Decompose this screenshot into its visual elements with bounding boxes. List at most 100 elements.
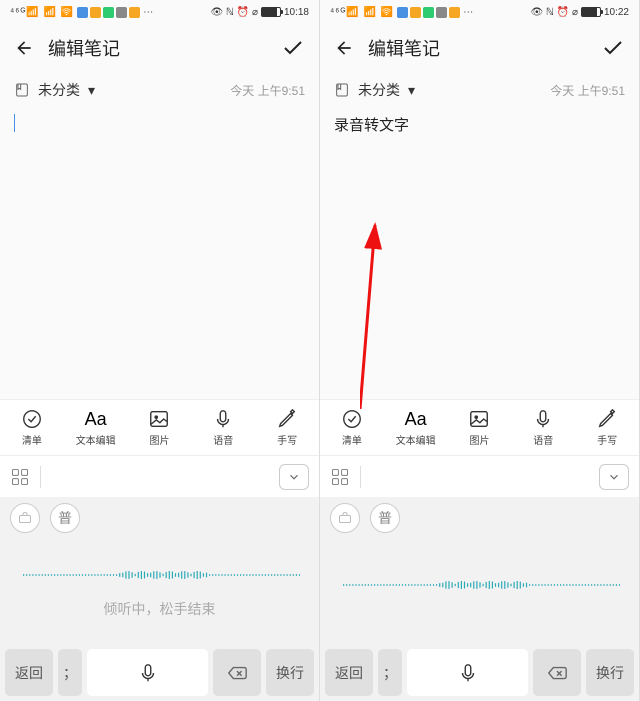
pu-mode[interactable]: 普 [370, 503, 400, 533]
voice-listening-area [320, 539, 639, 649]
toolbar-handwrite[interactable]: 手写 [575, 400, 639, 455]
signal-icons: ⁴⁶ᴳ📶 📶 🛜 [330, 7, 394, 18]
clock: 10:22 [604, 7, 629, 18]
screenshot-after: ⁴⁶ᴳ📶 📶 🛜 ⋯ 👁 ℕ ⏰ ⌀ 10:22 编辑笔记 未分类 ▾ 今天 上 [320, 0, 640, 701]
key-semicolon[interactable]: ； [378, 649, 402, 696]
check-circle-icon [21, 408, 43, 430]
mic-icon [532, 408, 554, 430]
toolbar-checklist[interactable]: 清单 [320, 400, 384, 455]
backspace-icon [546, 662, 568, 684]
note-timestamp: 今天 上午9:51 [230, 82, 305, 99]
keyboard-bottom-row: 返回 ； 换行 [0, 649, 319, 701]
check-circle-icon [341, 408, 363, 430]
chevron-down-icon: ▾ [408, 82, 415, 99]
annotation-arrow [360, 209, 520, 409]
category-selector[interactable]: 未分类 ▾ [14, 80, 95, 100]
briefcase-icon [337, 510, 353, 526]
key-voice[interactable] [87, 649, 208, 696]
key-semicolon[interactable]: ； [58, 649, 82, 696]
status-right-icons: 👁 ℕ ⏰ ⌀ [210, 7, 258, 18]
toolbar-image[interactable]: 图片 [128, 400, 192, 455]
back-icon[interactable] [14, 38, 34, 58]
status-bar: ⁴⁶ᴳ📶 📶 🛜 ⋯ 👁 ℕ ⏰ ⌀ 10:22 [320, 0, 639, 24]
app-tray-icons [397, 7, 460, 18]
chevron-down-icon [287, 470, 301, 484]
toolbar-checklist[interactable]: 清单 [0, 400, 64, 455]
page-title: 编辑笔记 [48, 35, 120, 61]
status-right-icons: 👁 ℕ ⏰ ⌀ [530, 7, 578, 18]
pu-mode[interactable]: 普 [50, 503, 80, 533]
chevron-down-icon [607, 470, 621, 484]
converted-text: 录音转文字 [334, 117, 409, 134]
grid-icon[interactable] [10, 467, 30, 487]
clock: 10:18 [284, 7, 309, 18]
toolbar-image[interactable]: 图片 [448, 400, 512, 455]
waveform [20, 569, 300, 581]
category-row: 未分类 ▾ 今天 上午9:51 [0, 72, 319, 108]
keyboard-bottom-row: 返回 ； 换行 [320, 649, 639, 701]
status-dots: ⋯ [463, 7, 473, 18]
back-icon[interactable] [334, 38, 354, 58]
confirm-icon[interactable] [281, 36, 305, 60]
keyboard-mode-row: 普 [320, 497, 639, 539]
key-back[interactable]: 返回 [325, 649, 373, 696]
image-icon [468, 408, 490, 430]
voice-listening-area: 倾听中，松手结束 [0, 539, 319, 649]
dropdown-button[interactable] [599, 464, 629, 490]
mic-key-icon [457, 662, 479, 684]
app-header: 编辑笔记 [320, 24, 639, 72]
key-voice[interactable] [407, 649, 528, 696]
status-bar: ⁴⁶ᴳ📶 📶 🛜 ⋯ 👁 ℕ ⏰ ⌀ 10:18 [0, 0, 319, 24]
app-tray-icons [77, 7, 140, 18]
toolbar-voice[interactable]: 语音 [191, 400, 255, 455]
category-label: 未分类 [358, 80, 400, 100]
page-title: 编辑笔记 [368, 35, 440, 61]
battery-icon [261, 7, 281, 17]
waveform [340, 579, 620, 591]
key-enter[interactable]: 换行 [266, 649, 314, 696]
pen-icon [596, 408, 618, 430]
signal-icons: ⁴⁶ᴳ📶 📶 🛜 [10, 7, 74, 18]
category-label: 未分类 [38, 80, 80, 100]
text-aa-icon: Aa [405, 409, 427, 430]
category-row: 未分类 ▾ 今天 上午9:51 [320, 72, 639, 108]
battery-icon [581, 7, 601, 17]
bookmark-icon [334, 82, 350, 98]
key-delete[interactable] [533, 649, 581, 696]
status-dots: ⋯ [143, 7, 153, 18]
text-aa-icon: Aa [85, 409, 107, 430]
chevron-down-icon: ▾ [88, 82, 95, 99]
toolbar-text-edit[interactable]: Aa 文本编辑 [384, 400, 448, 455]
note-timestamp: 今天 上午9:51 [550, 82, 625, 99]
note-content-area[interactable]: 录音转文字 [320, 108, 639, 399]
toolbar-handwrite[interactable]: 手写 [255, 400, 319, 455]
note-content-area[interactable] [0, 108, 319, 399]
editor-toolbar: 清单 Aa 文本编辑 图片 语音 手写 [0, 399, 319, 455]
image-icon [148, 408, 170, 430]
key-enter[interactable]: 换行 [586, 649, 634, 696]
key-delete[interactable] [213, 649, 261, 696]
mic-icon [212, 408, 234, 430]
keyboard-mode-row: 普 [0, 497, 319, 539]
key-back[interactable]: 返回 [5, 649, 53, 696]
backspace-icon [226, 662, 248, 684]
grid-icon[interactable] [330, 467, 350, 487]
briefcase-mode[interactable] [10, 503, 40, 533]
dropdown-button[interactable] [279, 464, 309, 490]
listening-label: 倾听中，松手结束 [104, 599, 216, 619]
bookmark-icon [14, 82, 30, 98]
briefcase-icon [17, 510, 33, 526]
keyboard-top-row [0, 455, 319, 497]
toolbar-voice[interactable]: 语音 [511, 400, 575, 455]
app-header: 编辑笔记 [0, 24, 319, 72]
screenshot-before: ⁴⁶ᴳ📶 📶 🛜 ⋯ 👁 ℕ ⏰ ⌀ 10:18 编辑笔记 未分类 ▾ 今天 上 [0, 0, 320, 701]
keyboard-top-row [320, 455, 639, 497]
briefcase-mode[interactable] [330, 503, 360, 533]
text-cursor [14, 114, 15, 132]
category-selector[interactable]: 未分类 ▾ [334, 80, 415, 100]
pen-icon [276, 408, 298, 430]
mic-key-icon [137, 662, 159, 684]
confirm-icon[interactable] [601, 36, 625, 60]
toolbar-text-edit[interactable]: Aa 文本编辑 [64, 400, 128, 455]
editor-toolbar: 清单 Aa 文本编辑 图片 语音 手写 [320, 399, 639, 455]
